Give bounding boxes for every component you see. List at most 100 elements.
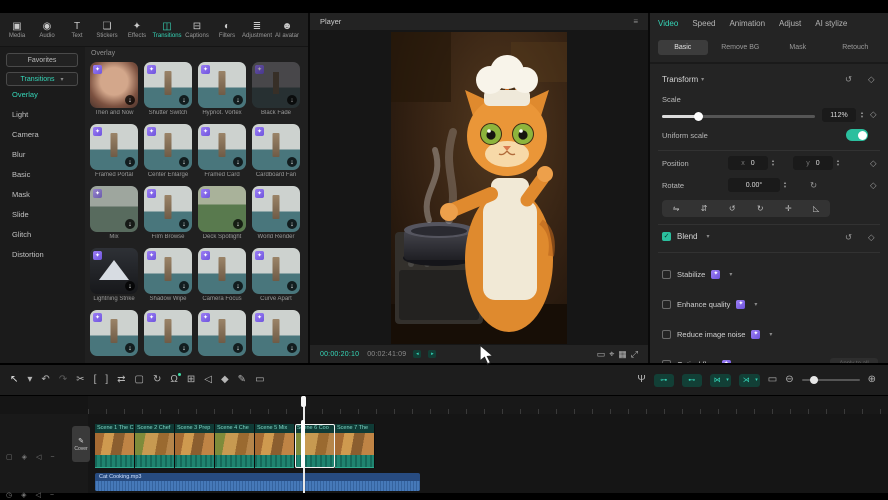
track-control-icon[interactable]: − (50, 454, 54, 461)
timeline-tool-icon[interactable]: ] (105, 375, 108, 385)
timeline-ruler[interactable] (88, 396, 888, 414)
inspector-tab[interactable]: Video (658, 19, 678, 28)
timeline-tool-icon[interactable]: [ (94, 375, 97, 385)
top-toolbar-item[interactable]: ≣ Adjustment (242, 21, 272, 39)
align-icon[interactable]: ↺ (729, 205, 736, 213)
transition-thumbnail[interactable]: ✦ ↓ (144, 62, 192, 108)
top-toolbar-item[interactable]: ☻ AI avatar (272, 21, 302, 39)
track-control-icon[interactable]: ◈ (21, 492, 26, 499)
transition-thumbnail[interactable]: ✦ ↓ (90, 310, 138, 356)
player-control-icon[interactable]: ▭ (597, 350, 606, 359)
zoom-in-icon[interactable]: ⊕ (868, 375, 876, 385)
chevron-down-icon[interactable]: ▾ (701, 76, 704, 83)
slider-knob[interactable] (694, 112, 703, 121)
transition-thumbnail[interactable]: ✦ ↓ (90, 124, 138, 170)
download-icon[interactable]: ↓ (179, 343, 189, 353)
transition-item[interactable]: ✦ ↓ Center Enlarge (144, 124, 192, 178)
inspector-subtab[interactable]: Basic (658, 40, 708, 55)
keyframe-icon[interactable]: ◇ (870, 110, 877, 119)
download-icon[interactable]: ↓ (233, 281, 243, 291)
transition-item[interactable]: ✦ ↓ Hypnot. Vortex (198, 62, 246, 116)
playhead-handle[interactable] (301, 396, 306, 407)
align-icon[interactable]: ⇋ (673, 205, 680, 213)
download-icon[interactable]: ↓ (179, 157, 189, 167)
player-menu-icon[interactable]: ≡ (633, 17, 638, 26)
top-toolbar-item[interactable]: ◫ Transitions (152, 21, 182, 39)
download-icon[interactable]: ↓ (179, 95, 189, 105)
download-icon[interactable]: ↓ (125, 95, 135, 105)
rotate-stepper[interactable]: ▴▾ (781, 178, 789, 192)
keyframe-icon[interactable]: ◇ (870, 159, 877, 168)
inspector-tab[interactable]: Speed (692, 19, 715, 28)
top-toolbar-item[interactable]: ✦ Effects (122, 21, 152, 39)
frame-step-icon[interactable]: ▸ (428, 350, 436, 358)
transition-item[interactable]: ✦ ↓ Camera Focus (198, 248, 246, 302)
scale-value[interactable]: 112% (822, 108, 856, 122)
favorites-button[interactable]: Favorites (6, 53, 78, 67)
cover-button[interactable]: ✎ Cover (72, 426, 90, 462)
download-icon[interactable]: ↓ (125, 219, 135, 229)
microphone-icon[interactable]: Ψ (637, 375, 645, 385)
track-control-icon[interactable]: ◁ (36, 492, 41, 499)
reset-icon[interactable]: ↺ (845, 233, 852, 242)
transition-item[interactable]: ✦ ↓ Cardboard Fan (252, 124, 300, 178)
transition-thumbnail[interactable]: ✦ ↓ (90, 62, 138, 108)
transition-item[interactable]: ✦ ↓ Mix (90, 186, 138, 240)
transition-thumbnail[interactable]: ✦ ↓ (198, 248, 246, 294)
transition-item[interactable]: ✦ ↓ (252, 310, 300, 358)
align-icon[interactable]: ✛ (785, 205, 792, 213)
download-icon[interactable]: ↓ (287, 95, 297, 105)
timeline-tool-icon[interactable]: ▾ (27, 375, 32, 385)
transition-thumbnail[interactable]: ✦ ↓ (144, 124, 192, 170)
track-control-icon[interactable]: − (50, 492, 54, 499)
download-icon[interactable]: ↓ (125, 343, 135, 353)
timeline-tool-icon[interactable]: ⊞ (187, 375, 195, 385)
rotate-field[interactable]: 0.00° (728, 178, 780, 192)
video-clip[interactable]: Scene 1 The C (95, 424, 135, 468)
download-icon[interactable]: ↓ (125, 157, 135, 167)
transition-thumbnail[interactable]: ✦ ↓ (144, 310, 192, 356)
scale-stepper[interactable]: ▴▾ (858, 108, 866, 122)
align-icon[interactable]: ⇵ (701, 205, 708, 213)
timeline-toggle-pill[interactable]: ⊶ (654, 374, 674, 387)
keyframe-icon[interactable]: ◇ (868, 75, 875, 84)
section-checkbox[interactable] (662, 300, 671, 309)
section-checkbox[interactable] (662, 330, 671, 339)
chevron-down-icon[interactable]: ▾ (769, 331, 772, 338)
video-preview[interactable] (391, 32, 567, 344)
video-clip[interactable]: Scene 7 The (335, 424, 375, 468)
download-icon[interactable]: ↓ (233, 95, 243, 105)
position-x-field[interactable]: x 0 (728, 156, 768, 170)
reset-icon[interactable]: ↺ (845, 75, 852, 84)
transition-item[interactable]: ✦ ↓ Curve Apart (252, 248, 300, 302)
track-control-icon[interactable]: ◁ (36, 454, 41, 461)
transition-item[interactable]: ✦ ↓ Black Fade (252, 62, 300, 116)
keyframe-icon[interactable]: ◇ (868, 233, 875, 242)
inspector-tab[interactable]: Animation (729, 19, 765, 28)
video-clip[interactable]: Scene 3 Prep (175, 424, 215, 468)
blend-checkbox[interactable]: ✓ (662, 232, 671, 241)
timeline-tool-icon[interactable]: ↖ (10, 375, 18, 385)
download-icon[interactable]: ↓ (125, 281, 135, 291)
category-dropdown[interactable]: Transitions ▾ (6, 72, 78, 86)
chevron-down-icon[interactable]: ▾ (706, 233, 709, 240)
top-toolbar-item[interactable]: ▣ Media (2, 21, 32, 39)
inspector-subtab[interactable]: Remove BG (716, 40, 766, 55)
top-toolbar-item[interactable]: ⊟ Captions (182, 21, 212, 39)
inspector-subtab[interactable]: Retouch (831, 40, 881, 55)
timeline-tool-icon[interactable]: Ω (170, 375, 177, 385)
transition-item[interactable]: ✦ ↓ Then and Now (90, 62, 138, 116)
inspector-tab[interactable]: AI stylize (815, 19, 847, 28)
timeline-toggle-pill[interactable]: ⋊ (739, 374, 760, 387)
transition-item[interactable]: ✦ ↓ Framed Portal (90, 124, 138, 178)
screen-icon[interactable]: ▭ (768, 375, 777, 385)
timeline-tool-icon[interactable]: ▭ (255, 375, 264, 385)
transition-item[interactable]: ✦ ↓ Shutter Switch (144, 62, 192, 116)
player-control-icon[interactable]: ▦ (618, 350, 627, 359)
zoom-out-icon[interactable]: ⊖ (785, 375, 793, 385)
transition-item[interactable]: ✦ ↓ World Render (252, 186, 300, 240)
section-checkbox[interactable] (662, 270, 671, 279)
timeline-tool-icon[interactable]: ↶ (41, 375, 49, 385)
transition-item[interactable]: ✦ ↓ (90, 310, 138, 358)
timeline-toggle-pill[interactable]: ⋈ (710, 374, 731, 387)
